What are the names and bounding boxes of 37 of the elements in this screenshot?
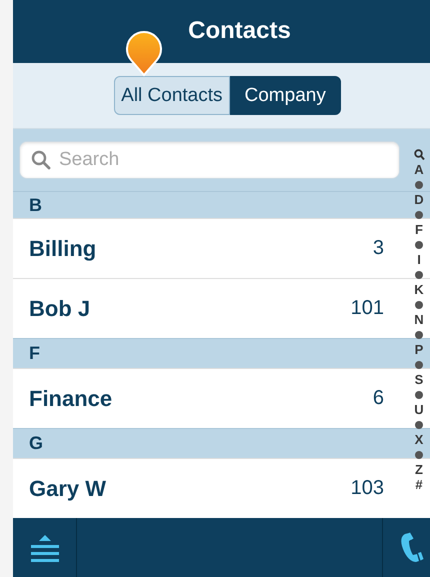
index-dot-icon[interactable] [415,420,423,428]
contact-name: Bob J [29,296,90,322]
index-letter[interactable]: P [414,342,424,357]
index-search-icon[interactable] [414,148,424,162]
contact-name: Billing [29,236,96,262]
contact-extension: 103 [350,477,384,500]
section-letter: F [29,343,40,364]
index-dot-icon[interactable] [415,330,423,338]
segment-tab[interactable]: All Contacts [114,76,230,115]
screen-title: Contacts [188,17,291,46]
contact-extension: 6 [372,387,384,410]
index-letter[interactable]: D [414,192,424,207]
menu-icon [30,532,60,563]
marker-icon [125,30,163,77]
contact-name: Finance [29,386,112,412]
contact-extension: 101 [350,297,384,320]
search-field[interactable]: Search [19,141,400,180]
index-letter[interactable]: X [414,432,424,447]
index-letter[interactable]: F [415,222,423,237]
section-letter: G [29,433,44,454]
index-letter[interactable]: Z [415,462,423,477]
index-letter[interactable]: A [414,162,424,177]
phone-icon [400,532,426,564]
index-letter[interactable]: # [415,477,423,492]
index-letter[interactable]: I [417,252,421,267]
segment-tab[interactable]: Company [230,76,341,115]
contact-name: Gary W [29,476,106,502]
contact-extension: 3 [372,237,384,260]
index-dot-icon[interactable] [415,240,423,248]
index-letter[interactable]: K [414,282,424,297]
index-dot-icon[interactable] [415,300,423,308]
index-letter[interactable]: U [414,402,424,417]
section-letter: B [29,194,42,216]
index-letter[interactable]: S [414,372,424,387]
index-dot-icon[interactable] [415,390,423,398]
index-dot-icon[interactable] [415,270,423,278]
index-letter[interactable]: N [414,312,424,327]
